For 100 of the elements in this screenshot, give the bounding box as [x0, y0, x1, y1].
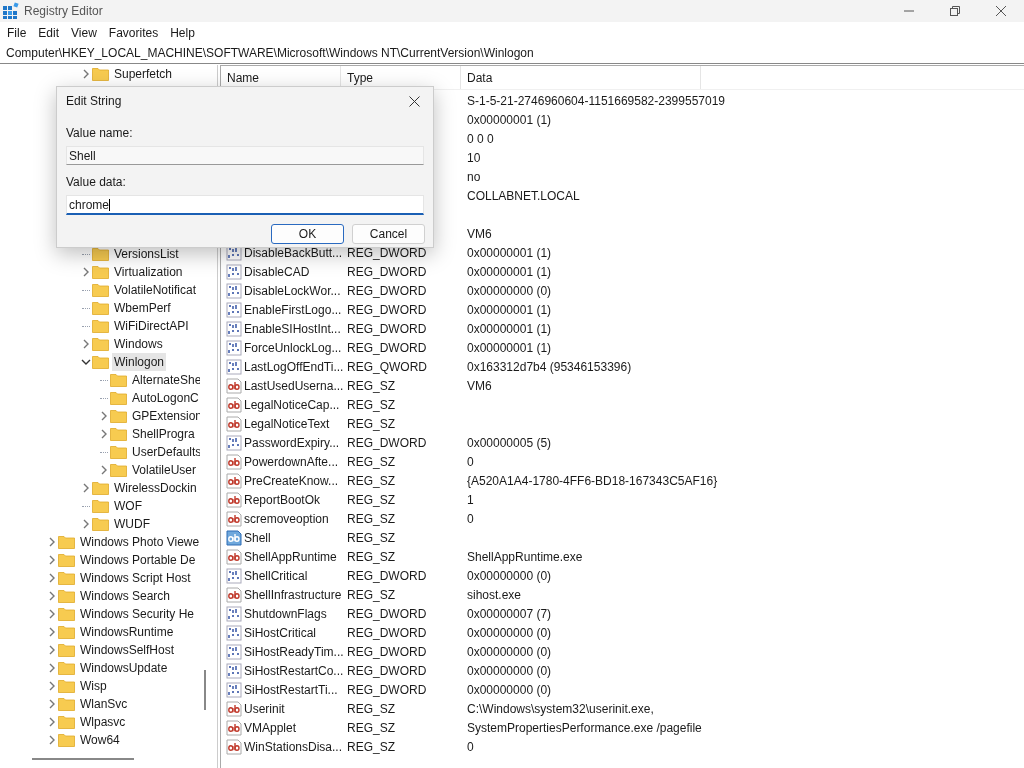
value-name[interactable]: SiHostRestartTi...	[244, 680, 338, 699]
tree-item[interactable]: VolatileUser	[130, 461, 199, 479]
chevron-right-icon[interactable]	[47, 555, 57, 565]
restore-icon[interactable]	[950, 6, 960, 16]
folder-icon	[92, 499, 109, 513]
tree-item[interactable]: VolatileNotificat	[112, 281, 199, 299]
scrollbar-thumb[interactable]	[204, 670, 206, 710]
value-type: REG_SZ	[347, 378, 395, 393]
value-name[interactable]: LastLogOffEndTi...	[244, 357, 344, 376]
chevron-right-icon[interactable]	[47, 627, 57, 637]
value-name[interactable]: SiHostCritical	[244, 623, 316, 642]
chevron-right-icon[interactable]	[81, 267, 91, 277]
value-name[interactable]: EnableSIHostInt...	[244, 319, 341, 338]
tree-item[interactable]: Windows Portable De	[78, 551, 198, 569]
tree-item[interactable]: WiFiDirectAPI	[112, 317, 191, 335]
value-name[interactable]: ShellInfrastructure	[244, 585, 342, 604]
chevron-right-icon[interactable]	[47, 681, 57, 691]
tree-item[interactable]: WlanSvc	[78, 695, 130, 713]
value-data: {A520A1A4-1780-4FF6-BD18-167343C5AF16}	[467, 473, 718, 488]
value-name[interactable]: EnableFirstLogo...	[244, 300, 342, 319]
value-name[interactable]: ShellCritical	[244, 566, 308, 585]
tree-item[interactable]: VersionsList	[112, 245, 181, 263]
value-name[interactable]: ShutdownFlags	[244, 604, 327, 623]
chevron-right-icon[interactable]	[81, 483, 91, 493]
value-name[interactable]: ForceUnlockLog...	[244, 338, 342, 357]
value-name[interactable]: SiHostReadyTim...	[244, 642, 344, 661]
value-name[interactable]: PowerdownAfte...	[244, 452, 339, 471]
value-data: COLLABNET.LOCAL	[467, 188, 580, 203]
chevron-right-icon[interactable]	[47, 717, 57, 727]
tree-item[interactable]: Superfetch	[112, 65, 175, 83]
tree-item[interactable]: UserDefaults	[130, 443, 200, 461]
value-name[interactable]: scremoveoption	[244, 509, 329, 528]
value-name[interactable]: DisableLockWor...	[244, 281, 341, 300]
chevron-right-icon[interactable]	[99, 465, 109, 475]
tree-item[interactable]: WindowsUpdate	[78, 659, 170, 677]
tree-item[interactable]: Windows Security He	[78, 605, 197, 623]
value-type: REG_DWORD	[347, 568, 427, 583]
tree-item[interactable]: Windows Search	[78, 587, 173, 605]
tree-item[interactable]: Wow64	[78, 731, 122, 749]
value-name[interactable]: DisableBackButt...	[244, 243, 343, 262]
tree-item[interactable]: Wisp	[78, 677, 109, 695]
close-icon[interactable]	[996, 6, 1006, 16]
chevron-right-icon[interactable]	[47, 663, 57, 673]
chevron-right-icon[interactable]	[81, 339, 91, 349]
tree-item[interactable]: Windows Script Host	[78, 569, 193, 587]
chevron-right-icon[interactable]	[47, 699, 57, 709]
value-type: REG_DWORD	[347, 245, 427, 260]
value-data-field[interactable]: chrome	[66, 195, 424, 215]
close-button[interactable]	[406, 93, 422, 109]
ok-button[interactable]: OK	[271, 224, 344, 244]
value-data: sihost.exe	[467, 587, 522, 602]
menu-item[interactable]: Edit	[32, 23, 66, 42]
chevron-right-icon[interactable]	[47, 573, 57, 583]
tree-item[interactable]: Windows Photo Viewe	[78, 533, 200, 551]
tree-item[interactable]: Windows	[112, 335, 165, 353]
chevron-right-icon[interactable]	[99, 429, 109, 439]
tree-item[interactable]: WbemPerf	[112, 299, 173, 317]
tree-item[interactable]: AutoLogonC	[130, 389, 200, 407]
value-name[interactable]: PreCreateKnow...	[244, 471, 339, 490]
chevron-down-icon[interactable]	[81, 357, 91, 367]
cancel-button[interactable]: Cancel	[352, 224, 425, 244]
value-name[interactable]: WinStationsDisa...	[244, 737, 343, 756]
tree-item[interactable]: ShellProgra	[130, 425, 197, 443]
chevron-right-icon[interactable]	[47, 537, 57, 547]
chevron-right-icon[interactable]	[47, 609, 57, 619]
tree-item[interactable]: Virtualization	[112, 263, 185, 281]
menu-item[interactable]: Favorites	[102, 23, 165, 42]
tree-item[interactable]: WUDF	[112, 515, 152, 533]
value-data: 0	[467, 454, 474, 469]
value-name[interactable]: LegalNoticeCap...	[244, 395, 340, 414]
tree-item[interactable]: WirelessDockin	[112, 479, 199, 497]
value-name[interactable]: Userinit	[244, 699, 285, 718]
value-name[interactable]: LegalNoticeText	[244, 414, 330, 433]
chevron-right-icon[interactable]	[81, 69, 91, 79]
tree-item[interactable]: WOF	[112, 497, 144, 515]
value-name[interactable]: Shell	[244, 528, 271, 547]
chevron-right-icon[interactable]	[47, 735, 57, 745]
value-name[interactable]: SiHostRestartCo...	[244, 661, 344, 680]
chevron-right-icon[interactable]	[47, 645, 57, 655]
menu-item[interactable]: Help	[164, 23, 201, 42]
value-name[interactable]: VMApplet	[244, 718, 297, 737]
tree-item[interactable]: Winlogon	[112, 353, 167, 371]
tree-item[interactable]: WindowsRuntime	[78, 623, 176, 641]
chevron-right-icon[interactable]	[99, 411, 109, 421]
chevron-right-icon[interactable]	[81, 519, 91, 529]
value-name[interactable]: ShellAppRuntime	[244, 547, 337, 566]
menu-item[interactable]: File	[1, 23, 33, 42]
column-header[interactable]: Data	[461, 66, 701, 89]
chevron-right-icon[interactable]	[47, 591, 57, 601]
scrollbar-thumb[interactable]	[32, 758, 134, 760]
value-type: REG_SZ	[347, 530, 395, 545]
value-name[interactable]: ReportBootOk	[244, 490, 321, 509]
value-name[interactable]: PasswordExpiry...	[244, 433, 340, 452]
tree-item[interactable]: WindowsSelfHost	[78, 641, 177, 659]
value-name[interactable]: LastUsedUserna...	[244, 376, 344, 395]
tree-item[interactable]: AlternateShe	[130, 371, 200, 389]
value-name-field[interactable]: Shell	[66, 146, 424, 165]
value-name[interactable]: DisableCAD	[244, 262, 310, 281]
menu-item[interactable]: View	[65, 23, 103, 42]
tree-item[interactable]: Wlpasvc	[78, 713, 128, 731]
